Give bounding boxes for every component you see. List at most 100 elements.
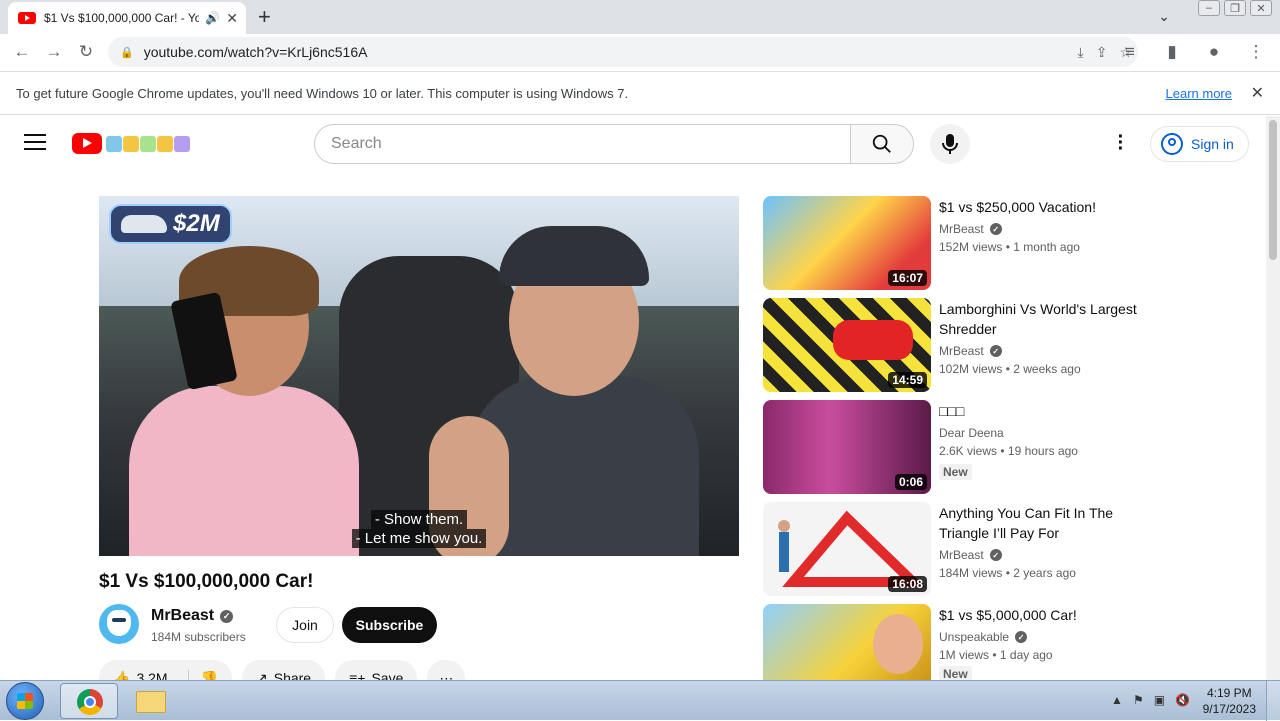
browser-tab-strip: $1 Vs $100,000,000 Car! - YouTube 🔊 ✕ + … bbox=[0, 0, 1280, 34]
show-hidden-icons-icon[interactable]: ▲ bbox=[1111, 693, 1123, 707]
minimize-icon[interactable]: – bbox=[1198, 0, 1220, 16]
rec-channel[interactable]: MrBeast ✓ bbox=[939, 222, 1002, 236]
hamburger-menu-icon[interactable] bbox=[24, 134, 46, 155]
recommendation-item[interactable]: 16:08 Anything You Can Fit In The Triang… bbox=[763, 502, 1163, 596]
chrome-menu-icon[interactable]: ⋮ bbox=[1240, 36, 1272, 68]
install-icon[interactable]: ⤓ bbox=[1078, 44, 1084, 61]
logo-doodle bbox=[106, 135, 190, 152]
learn-more-link[interactable]: Learn more bbox=[1166, 86, 1232, 101]
video-thumbnail[interactable] bbox=[763, 604, 931, 680]
rec-title[interactable]: $1 vs $250,000 Vacation! bbox=[939, 197, 1149, 217]
browser-tab[interactable]: $1 Vs $100,000,000 Car! - YouTube 🔊 ✕ bbox=[8, 2, 246, 34]
rec-channel[interactable]: MrBeast ✓ bbox=[939, 548, 1002, 562]
system-clock[interactable]: 4:19 PM 9/17/2023 bbox=[1203, 685, 1256, 717]
rec-meta: 102M views • 2 weeks ago bbox=[939, 362, 1081, 376]
rec-meta: 184M views • 2 years ago bbox=[939, 566, 1076, 580]
duration-badge: 0:06 bbox=[894, 474, 927, 490]
audio-playing-icon[interactable]: 🔊 bbox=[205, 11, 220, 25]
caption-line: - Show them. bbox=[370, 510, 468, 529]
page-scrollbar[interactable] bbox=[1266, 116, 1280, 680]
scrollbar-thumb[interactable] bbox=[1269, 120, 1277, 260]
chrome-icon bbox=[77, 689, 103, 715]
sign-in-label: Sign in bbox=[1191, 136, 1234, 152]
rec-age: 19 hours ago bbox=[1007, 444, 1078, 458]
channel-name: MrBeast bbox=[151, 607, 215, 624]
rec-title[interactable]: □□□ bbox=[939, 401, 1149, 421]
taskbar-explorer-button[interactable] bbox=[122, 683, 180, 719]
youtube-logo[interactable] bbox=[72, 133, 190, 154]
voice-search-button[interactable] bbox=[930, 124, 970, 164]
rec-channel[interactable]: Unspeakable ✓ bbox=[939, 630, 1028, 644]
windows-taskbar: ▲ ⚑ ▣ 🔇 4:19 PM 9/17/2023 bbox=[0, 680, 1280, 721]
rec-age: 1 day ago bbox=[999, 648, 1053, 662]
rec-title[interactable]: $1 vs $5,000,000 Car! bbox=[939, 605, 1149, 625]
video-player[interactable]: $2M - Show them. - Let me show you. bbox=[99, 196, 739, 556]
search-input[interactable]: Search bbox=[314, 124, 851, 164]
recommendation-item[interactable]: 14:59 Lamborghini Vs World's Largest Shr… bbox=[763, 298, 1163, 392]
join-button[interactable]: Join bbox=[276, 607, 334, 643]
video-thumbnail[interactable]: 14:59 bbox=[763, 298, 931, 392]
media-controls-icon[interactable]: ≡ bbox=[1114, 36, 1146, 68]
rec-views: 2.6K views bbox=[939, 444, 998, 458]
share-page-icon[interactable]: ⇪ bbox=[1096, 44, 1108, 61]
price-badge-value: $2M bbox=[173, 210, 220, 237]
profile-avatar-icon[interactable]: ● bbox=[1198, 36, 1230, 68]
rec-meta: 152M views • 1 month ago bbox=[939, 240, 1080, 254]
rec-channel-name: MrBeast bbox=[939, 222, 984, 236]
recommendation-item[interactable]: 16:07 $1 vs $250,000 Vacation! MrBeast ✓… bbox=[763, 196, 1163, 290]
rec-channel-name: Unspeakable bbox=[939, 630, 1010, 644]
tab-title: $1 Vs $100,000,000 Car! - YouTube bbox=[44, 11, 200, 25]
recommendation-item[interactable]: 0:06 □□□ Dear Deena 2.6K views • 19 hour… bbox=[763, 400, 1163, 494]
video-title: $1 Vs $100,000,000 Car! bbox=[99, 571, 314, 592]
restore-icon[interactable]: ❐ bbox=[1224, 0, 1246, 16]
folder-icon bbox=[136, 691, 166, 713]
duration-badge: 14:59 bbox=[888, 372, 927, 388]
system-tray: ▲ ⚑ ▣ 🔇 bbox=[1111, 693, 1190, 707]
url-text: youtube.com/watch?v=KrLj6nc516A bbox=[143, 44, 368, 60]
lock-icon[interactable]: 🔒 bbox=[120, 46, 134, 59]
volume-muted-icon[interactable]: 🔇 bbox=[1175, 693, 1190, 707]
forward-arrow-icon[interactable]: → bbox=[38, 36, 70, 68]
duration-badge: 16:08 bbox=[888, 576, 927, 592]
verified-check-icon: ✓ bbox=[989, 223, 1002, 235]
rec-channel-name: MrBeast bbox=[939, 548, 984, 562]
channel-name-link[interactable]: MrBeast ✓ bbox=[151, 607, 234, 625]
recommendation-item[interactable]: $1 vs $5,000,000 Car! Unspeakable ✓ 1M v… bbox=[763, 604, 1163, 680]
rec-title[interactable]: Lamborghini Vs World's Largest Shredder bbox=[939, 299, 1149, 339]
rec-title[interactable]: Anything You Can Fit In The Triangle I’l… bbox=[939, 503, 1149, 543]
subscriber-count: 184M subscribers bbox=[151, 630, 246, 644]
youtube-header: Search · · · Sign in bbox=[0, 116, 1266, 172]
taskbar-chrome-button[interactable] bbox=[60, 683, 118, 719]
settings-more-icon[interactable]: · · · bbox=[1112, 127, 1130, 159]
side-panel-icon[interactable]: ▮ bbox=[1156, 36, 1188, 68]
rec-views: 152M views bbox=[939, 240, 1003, 254]
back-arrow-icon[interactable]: ← bbox=[6, 36, 38, 68]
new-badge: New bbox=[939, 464, 972, 480]
action-center-icon[interactable]: ⚑ bbox=[1133, 693, 1144, 707]
reload-icon[interactable]: ↻ bbox=[70, 36, 102, 68]
microphone-icon bbox=[942, 134, 958, 154]
verified-check-icon: ✓ bbox=[989, 549, 1002, 561]
rec-channel[interactable]: Dear Deena bbox=[939, 426, 1004, 440]
caption-line: - Let me show you. bbox=[351, 529, 487, 548]
network-icon[interactable]: ▣ bbox=[1154, 693, 1165, 707]
close-infobar-icon[interactable]: ✕ bbox=[1251, 83, 1264, 103]
new-tab-icon[interactable]: + bbox=[258, 4, 271, 30]
video-thumbnail[interactable]: 16:08 bbox=[763, 502, 931, 596]
video-thumbnail[interactable]: 16:07 bbox=[763, 196, 931, 290]
youtube-play-icon bbox=[72, 133, 102, 154]
start-button[interactable] bbox=[6, 682, 44, 720]
address-bar[interactable]: 🔒 youtube.com/watch?v=KrLj6nc516A ⤓ ⇪ ☆ bbox=[108, 37, 1138, 67]
search-button[interactable] bbox=[850, 124, 914, 164]
close-window-icon[interactable]: ✕ bbox=[1250, 0, 1272, 16]
tab-search-chevron-icon[interactable]: ⌄ bbox=[1158, 8, 1170, 25]
close-tab-icon[interactable]: ✕ bbox=[226, 10, 238, 27]
channel-avatar[interactable] bbox=[99, 604, 139, 644]
rec-channel[interactable]: MrBeast ✓ bbox=[939, 344, 1002, 358]
show-desktop-button[interactable] bbox=[1266, 681, 1280, 721]
clock-time: 4:19 PM bbox=[1206, 686, 1252, 700]
verified-check-icon: ✓ bbox=[989, 345, 1002, 357]
video-thumbnail[interactable]: 0:06 bbox=[763, 400, 931, 494]
sign-in-button[interactable]: Sign in bbox=[1150, 126, 1249, 162]
subscribe-button[interactable]: Subscribe bbox=[342, 607, 437, 643]
